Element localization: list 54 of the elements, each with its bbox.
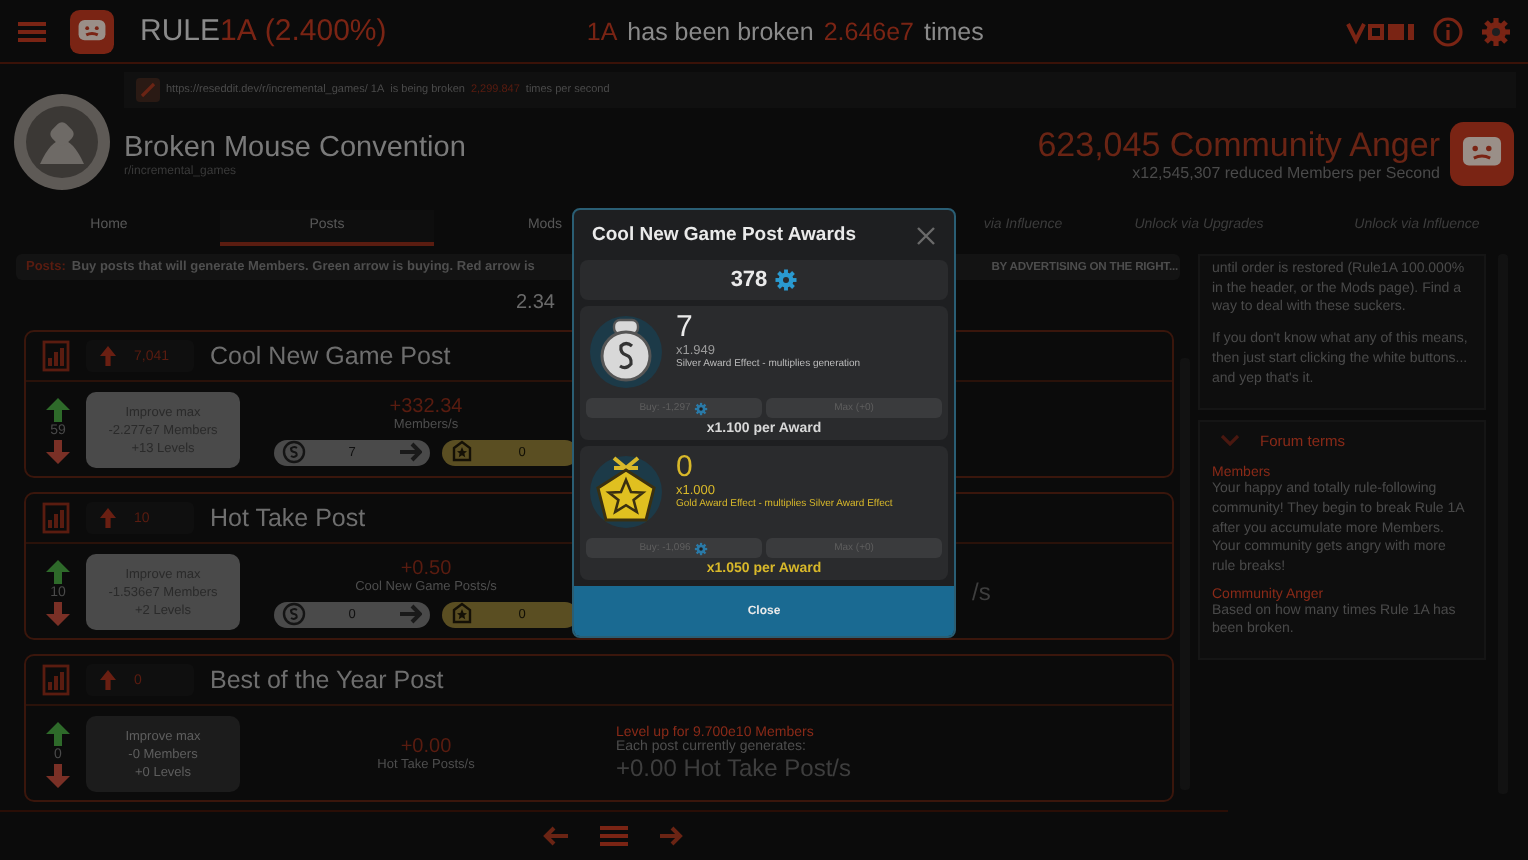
sell-arrow-icon[interactable] [46,439,70,463]
star-badge-icon [450,602,474,626]
app-title: RULE [140,14,221,48]
buy-arrow-icon[interactable] [46,397,70,421]
gain-value: +332.34 [389,395,463,417]
currency-value: 378 [730,268,768,292]
chart-icon[interactable] [42,340,70,372]
arrow-up-icon [98,344,118,368]
gear-icon [694,401,709,415]
avatar-drawing [12,92,112,192]
arrow-up-icon [98,506,118,530]
star-badge-drawing [586,452,666,532]
dialog-title: Cool New Game Post Awards [592,224,856,246]
post-title: Best of the Year Post [210,666,444,694]
gear-icon [773,268,798,292]
star-badge-icon [450,440,474,464]
chart-icon[interactable] [42,664,70,696]
menu-icon[interactable] [598,820,630,852]
buy-arrow-icon[interactable] [46,721,70,745]
buy-arrow-icon[interactable] [46,559,70,583]
gain-value: +0.00 [400,736,452,758]
rule-code: 1A [220,14,257,48]
broken-text: has been broken [627,17,814,45]
broken-link-icon [136,78,160,102]
gain-value: +0.50 [400,557,452,579]
community-name: Broken Mouse Convention [124,131,468,163]
anger-note: x12,545,307 reduced Members per Second [1130,163,1440,181]
anger-count: 623,045 Community Anger [1037,127,1440,163]
post-title: Hot Take Post [210,504,366,532]
face-logo-icon [68,7,116,55]
rule-code: 1A [586,17,618,45]
award-count: 7 [676,312,695,344]
sell-arrow-icon[interactable] [46,601,70,625]
medal-drawing [586,312,666,392]
broken-count: 2.646e7 [823,17,914,45]
sell-arrow-icon[interactable] [46,763,70,787]
broken-text: times [924,17,984,45]
arrow-right-icon [398,440,422,464]
rule-percent: (2.400%) [264,14,387,48]
info-icon[interactable] [1432,15,1464,47]
back-arrow-icon[interactable] [542,824,570,848]
total-value: 2.34 [516,291,555,313]
chart-icon[interactable] [42,502,70,534]
close-icon[interactable] [916,225,936,245]
angry-face-icon [1448,120,1516,188]
post-title: Cool New Game Post [210,342,451,370]
arrow-up-icon [98,668,118,692]
award-count: 0 [676,452,695,484]
forward-arrow-icon[interactable] [658,824,686,848]
coin-icon [282,440,306,464]
gear-icon [694,541,709,555]
arrow-right-icon [398,602,422,626]
settings-icon[interactable] [1480,15,1512,47]
coin-icon [282,602,306,626]
